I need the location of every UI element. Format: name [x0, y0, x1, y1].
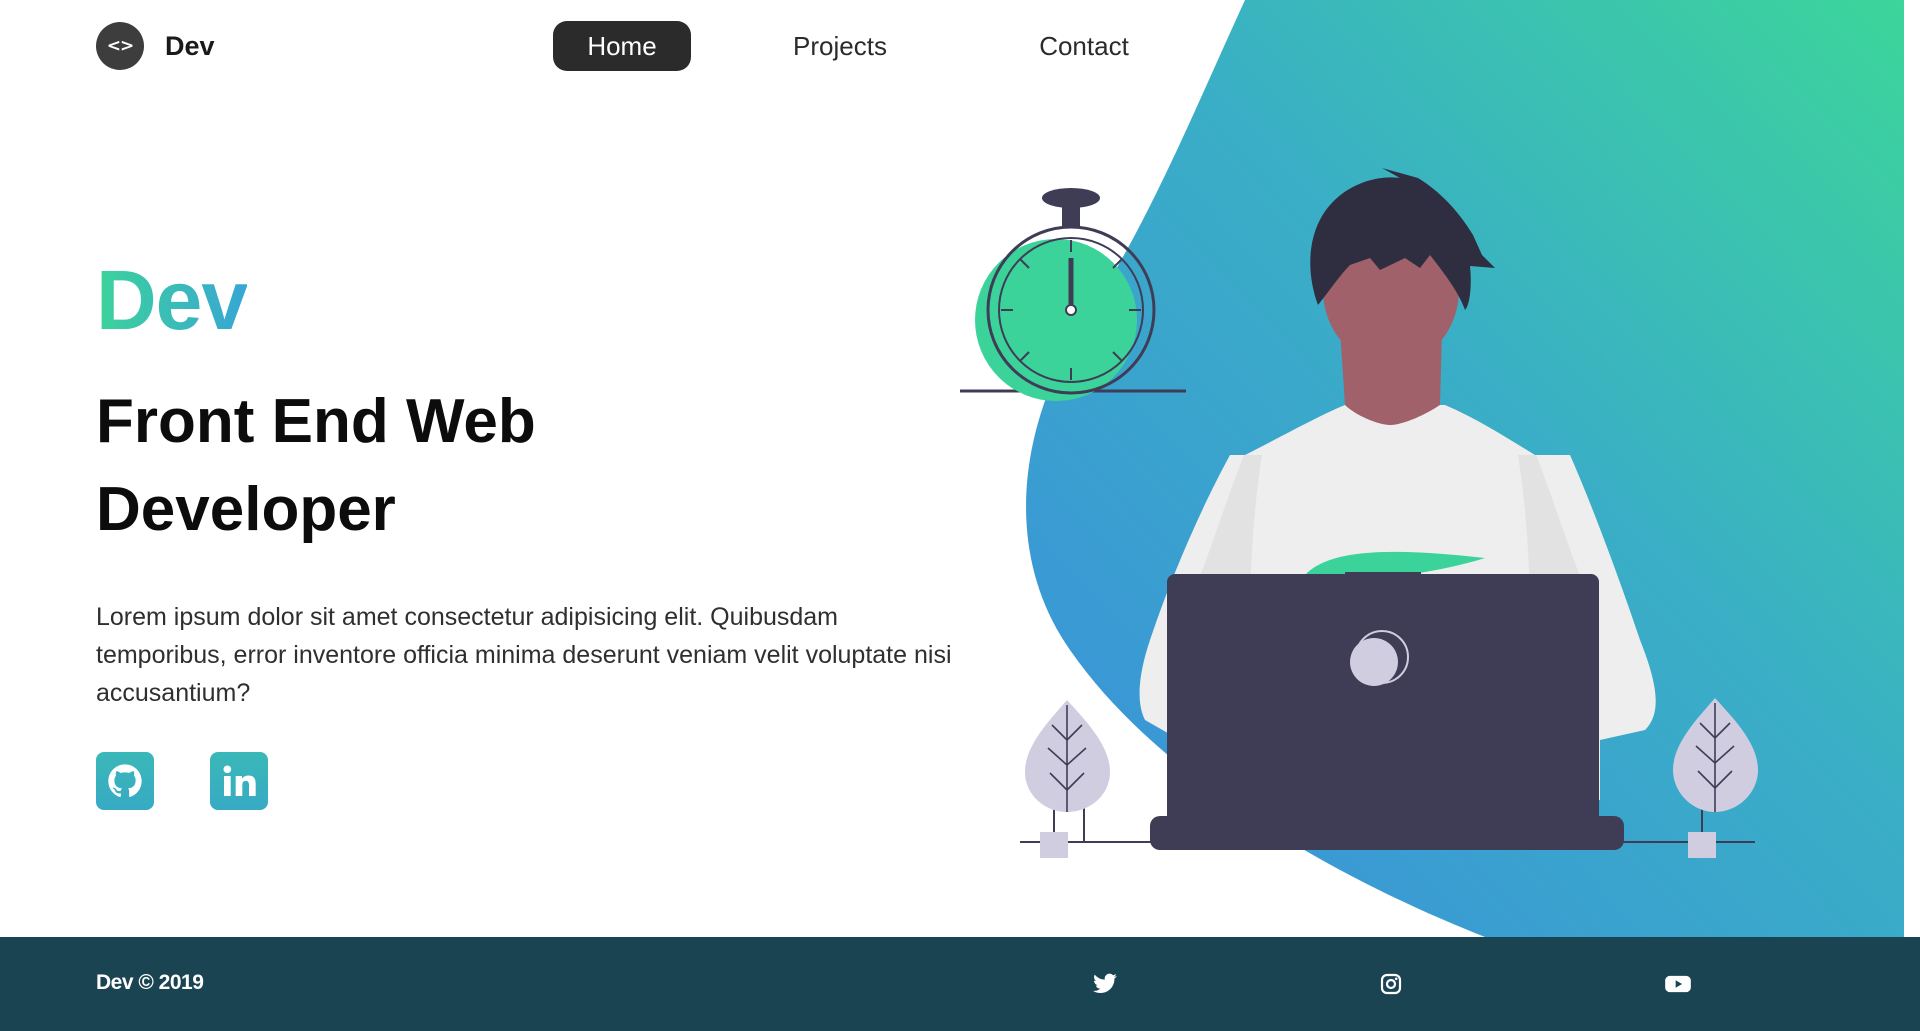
github-link[interactable] [96, 752, 154, 810]
instagram-link[interactable] [1376, 969, 1406, 999]
youtube-link[interactable] [1663, 969, 1693, 999]
social-links [96, 752, 976, 810]
linkedin-link[interactable] [210, 752, 268, 810]
twitter-link[interactable] [1090, 969, 1120, 999]
instagram-icon [1380, 973, 1402, 995]
page-title: Front End Web Developer [96, 387, 536, 544]
logo-text: Dev [165, 30, 215, 61]
logo[interactable]: <> Dev [96, 22, 215, 70]
nav-projects[interactable]: Projects [785, 21, 895, 71]
site-footer: Dev © 2019 [0, 937, 1920, 1031]
nav-contact[interactable]: Contact [1029, 21, 1139, 71]
plant-left [1020, 700, 1160, 858]
hero-brand: Dev [96, 250, 248, 350]
site-header: <> Dev Home Projects Contact [0, 0, 1920, 92]
nav-home[interactable]: Home [553, 21, 691, 71]
stopwatch-icon [960, 188, 1186, 401]
linkedin-icon [223, 765, 256, 796]
hero-section: Dev Front End Web Developer Lorem ipsum … [96, 250, 976, 810]
github-icon [108, 764, 142, 797]
code-icon: <> [96, 22, 144, 70]
twitter-icon [1093, 973, 1117, 993]
hero-description: Lorem ipsum dolor sit amet consectetur a… [96, 603, 952, 707]
laptop-icon [1150, 572, 1624, 850]
youtube-icon [1665, 975, 1691, 993]
footer-copyright: Dev © 2019 [96, 971, 204, 994]
